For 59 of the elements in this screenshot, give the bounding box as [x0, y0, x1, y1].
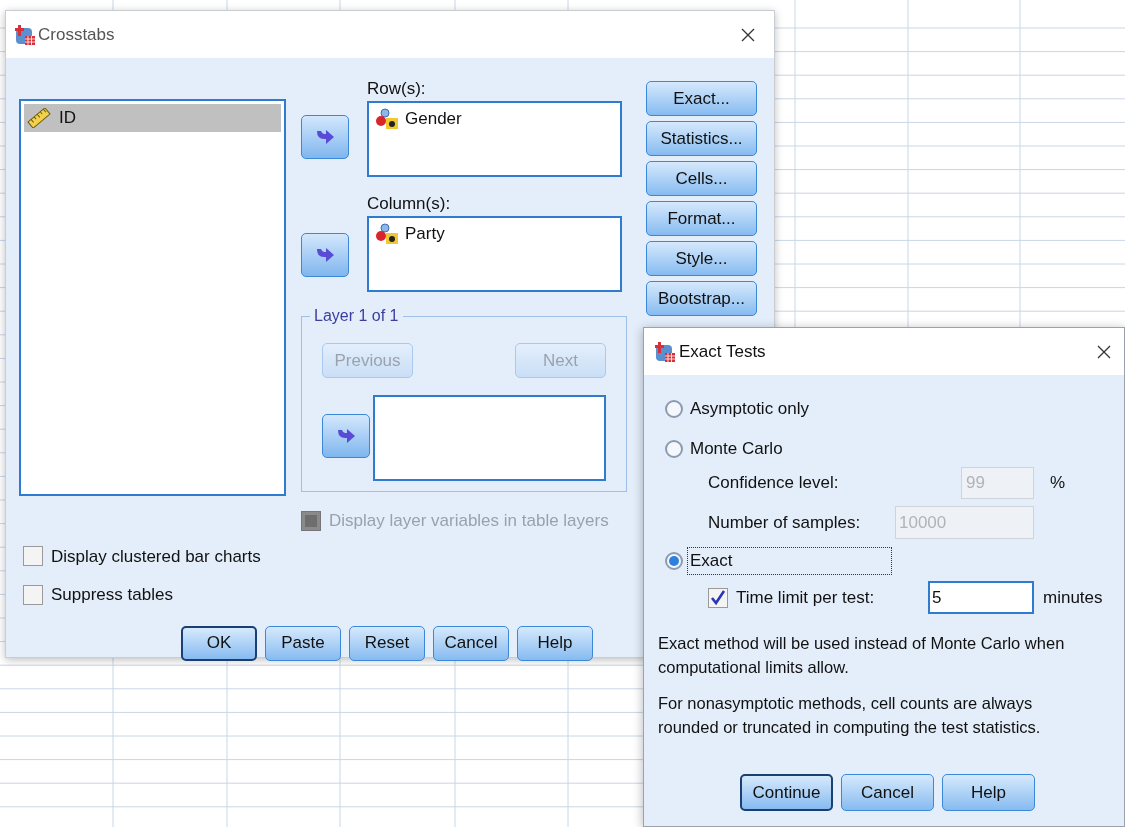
- field-label: Number of samples:: [708, 511, 862, 534]
- checkbox[interactable]: [23, 546, 43, 567]
- variable-box[interactable]: Gender: [367, 101, 622, 177]
- info-text: Exact method will be used instead of Monte Carlo when computational limits allow.: [658, 633, 1066, 678]
- dialog-button[interactable]: Help: [517, 625, 593, 661]
- unit-label: minutes: [1043, 586, 1103, 609]
- layer-box[interactable]: [373, 395, 606, 481]
- app-icon: [14, 23, 36, 46]
- move-arrow-button[interactable]: [301, 115, 349, 159]
- dialog-button[interactable]: Continue: [740, 774, 833, 811]
- dialog-button[interactable]: Cancel: [433, 625, 509, 661]
- move-arrow-button[interactable]: [322, 414, 370, 458]
- dialog-button[interactable]: Help: [942, 774, 1035, 811]
- dialog-button[interactable]: Reset: [349, 625, 425, 661]
- dialog-button[interactable]: Style...: [646, 241, 757, 276]
- arrow-icon: [314, 246, 336, 264]
- move-arrow-button[interactable]: [301, 233, 349, 277]
- checkbox-label: Display clustered bar charts: [51, 545, 261, 568]
- nominal-variable-icon: [375, 108, 399, 130]
- checkmark-icon: [710, 589, 726, 606]
- variable-box[interactable]: Party: [367, 216, 622, 292]
- radio-label: Exact: [687, 547, 892, 575]
- unit-label: %: [1050, 472, 1066, 495]
- variable-item[interactable]: Party: [372, 221, 617, 247]
- info-text: For nonasymptotic methods, cell counts are always rounded or truncated in computing the test statistics.: [658, 693, 1042, 738]
- variable-list[interactable]: ID: [19, 99, 286, 496]
- radio-button[interactable]: [665, 552, 683, 570]
- dialog-button[interactable]: Exact...: [646, 81, 757, 116]
- variable-item[interactable]: Gender: [372, 106, 617, 132]
- radio-label: Asymptotic only: [689, 398, 811, 420]
- radio-button[interactable]: [665, 440, 683, 458]
- close-icon[interactable]: [740, 26, 756, 43]
- dialog-button[interactable]: Cells...: [646, 161, 757, 196]
- checkbox-label: Display layer variables in table layers: [329, 510, 609, 532]
- dialog-button[interactable]: OK: [181, 625, 257, 661]
- arrow-icon: [335, 427, 357, 445]
- group-title: Layer 1 of 1: [310, 306, 403, 326]
- checkbox[interactable]: [23, 584, 43, 605]
- app-icon: [654, 340, 676, 363]
- dialog-button[interactable]: Statistics...: [646, 121, 757, 156]
- dialog-button[interactable]: Cancel: [841, 774, 934, 811]
- dialog-button[interactable]: Format...: [646, 201, 757, 236]
- nominal-variable-icon: [375, 223, 399, 245]
- window-title: Crosstabs: [38, 23, 115, 46]
- field-label: Column(s):: [367, 195, 452, 213]
- arrow-icon: [314, 128, 336, 146]
- checkbox[interactable]: [708, 587, 728, 608]
- variable-item[interactable]: ID: [24, 104, 281, 132]
- dialog-button[interactable]: Paste: [265, 625, 341, 661]
- field-label: Row(s):: [367, 80, 427, 98]
- radio-button[interactable]: [665, 400, 683, 418]
- field-label: Confidence level:: [708, 472, 840, 495]
- checkbox-label: Suppress tables: [51, 584, 173, 606]
- checkbox-label: Time limit per test:: [736, 586, 876, 609]
- radio-label: Monte Carlo: [689, 438, 784, 460]
- dialog-button[interactable]: Bootstrap...: [646, 281, 757, 316]
- window-title: Exact Tests: [679, 340, 766, 363]
- time-limit-field[interactable]: 5: [928, 581, 1034, 614]
- close-icon[interactable]: [1096, 343, 1112, 360]
